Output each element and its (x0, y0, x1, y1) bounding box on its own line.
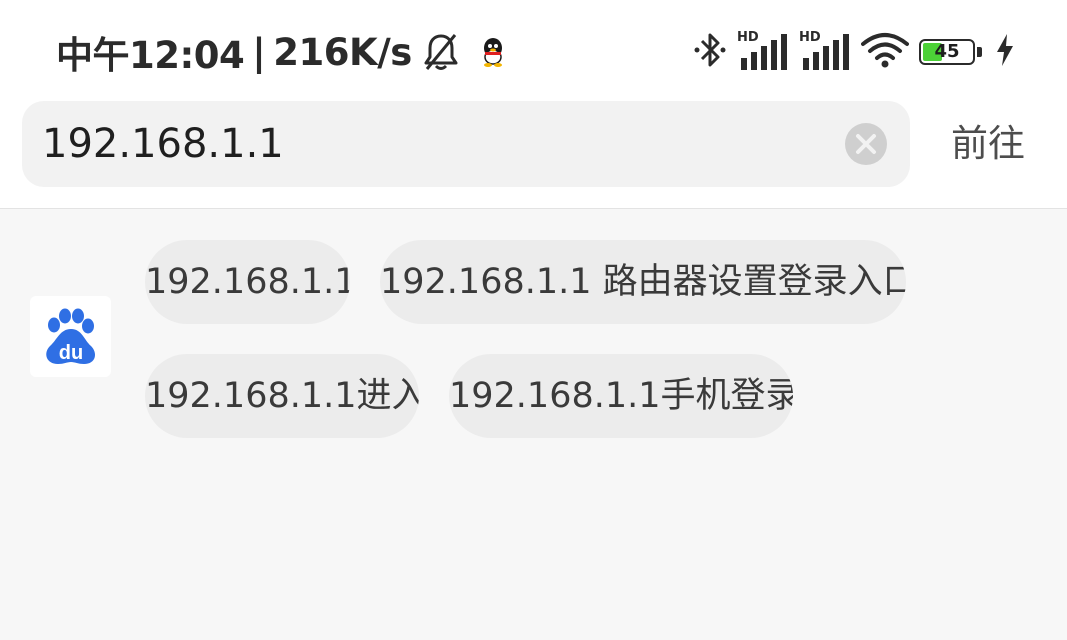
charging-icon (995, 33, 1015, 71)
suggestion-label: 192.168.1.1 (145, 262, 350, 302)
suggestion-chip[interactable]: 192.168.1.1 路由器设置登录入口 (380, 240, 906, 324)
battery-icon: 45 (919, 37, 985, 67)
browser-screen: 中午12:04 | 216K/s HD HD 45 192.168.1.1 前往… (0, 0, 1067, 640)
status-bar-left: 中午12:04 | 216K/s (56, 28, 506, 77)
status-separator: | (252, 30, 266, 74)
go-button[interactable]: 前往 (938, 101, 1038, 187)
wifi-icon (861, 30, 909, 74)
suggestion-label: 192.168.1.1进入 (145, 376, 419, 416)
baidu-logo-text: du (59, 342, 83, 364)
suggestion-chip[interactable]: 192.168.1.1 (145, 240, 350, 324)
address-bar (22, 101, 910, 187)
suggestion-label: 192.168.1.1 路由器设置登录入口 (380, 262, 906, 302)
battery-body: 45 (919, 39, 975, 65)
hd-signal-icon: HD (799, 30, 851, 72)
battery-nub (977, 47, 982, 57)
bluetooth-icon (693, 30, 727, 74)
hd-signal-icon: HD (737, 30, 789, 72)
suggestion-chip[interactable]: 192.168.1.1手机登录 (449, 354, 793, 438)
status-bar-right: HD HD 45 (693, 28, 1015, 76)
qq-icon (480, 36, 506, 68)
status-time: 中午12:04 (56, 34, 245, 77)
bell-muted-icon (422, 32, 460, 72)
top-area: 中午12:04 | 216K/s HD HD 45 192.168.1.1 前往 (0, 0, 1067, 209)
baidu-paw-icon: du (30, 296, 111, 377)
url-input[interactable] (42, 101, 822, 187)
battery-level: 45 (934, 41, 960, 62)
network-speed: 216K/s (273, 30, 412, 74)
suggestion-label: 192.168.1.1手机登录 (449, 376, 793, 416)
suggestion-chip[interactable]: 192.168.1.1进入 (145, 354, 419, 438)
clear-icon[interactable] (844, 122, 888, 166)
